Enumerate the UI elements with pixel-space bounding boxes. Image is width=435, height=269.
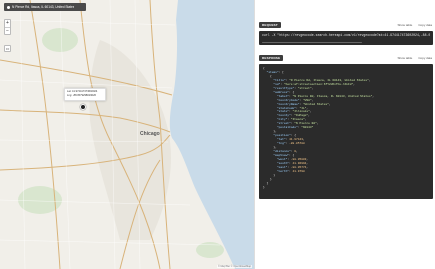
map-view[interactable]: N Pierce Rd, Itasca, IL 60143, United St… [0, 0, 254, 269]
response-copy-button[interactable]: Copy data [418, 56, 432, 60]
address-search-bar[interactable]: N Pierce Rd, Itasca, IL 60143, United St… [4, 3, 86, 11]
request-show-table-button[interactable]: Show table [397, 23, 412, 27]
response-label: RESPONSE [259, 55, 284, 61]
api-panel: REQUEST Show table Copy data curl -X "ht… [254, 0, 435, 269]
request-header: REQUEST [259, 22, 281, 28]
lake-michigan [169, 0, 254, 269]
zoom-out-button[interactable]: − [5, 27, 10, 34]
response-header: RESPONSE [259, 55, 284, 61]
response-json: { "items": [ { "title": "N Pierce Rd, It… [263, 67, 375, 189]
request-code-box[interactable]: curl -X "https://revgeocode.search.herea… [259, 31, 433, 45]
zoom-control: + − [4, 19, 11, 35]
request-url: curl -X "https://revgeocode.search.herea… [262, 33, 430, 37]
park-area [42, 28, 78, 52]
response-json-box[interactable]: { "items": [ { "title": "N Pierce Rd, It… [259, 64, 433, 199]
map-canvas[interactable] [0, 0, 254, 269]
response-show-table-button[interactable]: Show table [397, 56, 412, 60]
location-pin-icon [7, 5, 10, 9]
app-root: N Pierce Rd, Itasca, IL 60143, United St… [0, 0, 435, 269]
response-actions: Show table Copy data [397, 56, 432, 60]
popup-lng: Lng: -88.0579298019026 [67, 94, 96, 97]
location-marker-icon[interactable] [80, 104, 86, 110]
map-attribution[interactable]: © MapTiler © OpenStreetMap [216, 265, 252, 268]
layers-icon[interactable]: ▭ [4, 45, 11, 52]
coordinates-popup: Lat: 41.974417473602024 Lng: -88.0579298… [64, 88, 106, 101]
zoom-in-button[interactable]: + [5, 20, 10, 27]
address-search-text: N Pierce Rd, Itasca, IL 60143, United St… [12, 5, 75, 9]
request-label: REQUEST [259, 22, 281, 28]
urban-area [89, 40, 171, 240]
horizontal-scrollbar[interactable] [262, 41, 362, 43]
request-actions: Show table Copy data [397, 23, 432, 27]
city-label-chicago: Chicago [140, 131, 160, 137]
request-copy-button[interactable]: Copy data [418, 23, 432, 27]
